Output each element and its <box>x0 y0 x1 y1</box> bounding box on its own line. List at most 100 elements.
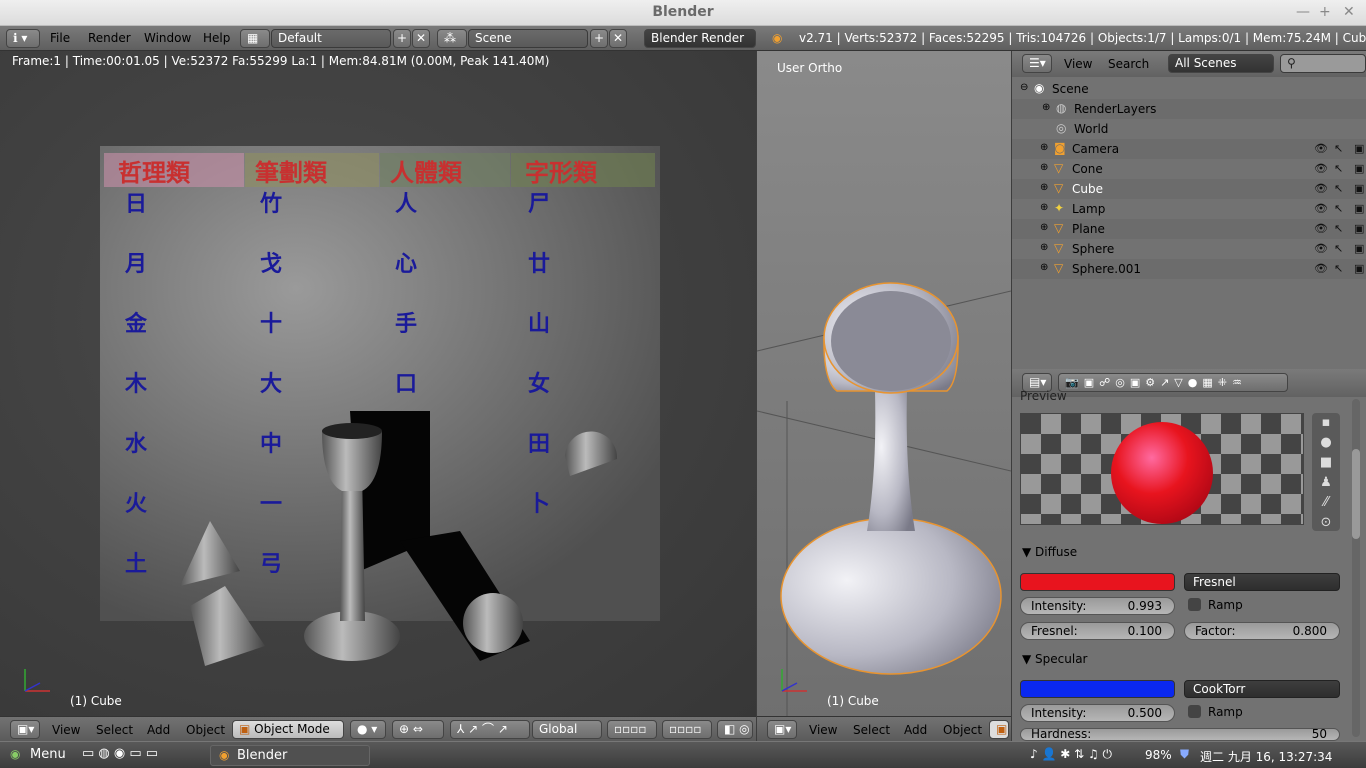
menu-view-left[interactable]: View <box>52 723 80 737</box>
menu-object-right[interactable]: Object <box>943 723 982 737</box>
expand-icon[interactable]: ⊕ <box>1042 102 1050 113</box>
mode-dropdown-right[interactable]: ▣ <box>989 720 1009 739</box>
maximize-icon[interactable]: + <box>1319 4 1331 20</box>
visibility-eye-icon[interactable]: 👁 <box>1314 242 1328 255</box>
visibility-eye-icon[interactable]: 👁 <box>1314 162 1328 175</box>
selectable-cursor-icon[interactable]: ↖ <box>1334 162 1343 175</box>
hardness-field[interactable]: Hardness: 50 <box>1020 728 1340 741</box>
orientation-dropdown[interactable]: Global <box>532 720 602 739</box>
visibility-eye-icon[interactable]: 👁 <box>1314 202 1328 215</box>
menu-help[interactable]: Help <box>203 31 230 45</box>
outliner-item-scene[interactable]: ⊖ ◉ Scene <box>1012 79 1366 99</box>
layout-grid-icon[interactable]: ▦ <box>240 29 270 48</box>
selectable-cursor-icon[interactable]: ↖ <box>1334 182 1343 195</box>
outliner-item-plane[interactable]: ⊕ ▽ Plane 👁 ↖ ▣ <box>1012 219 1366 239</box>
render-engine-dropdown[interactable]: Blender Render <box>644 29 756 48</box>
expand-icon[interactable]: ⊕ <box>1040 262 1048 273</box>
preview-type-column[interactable]: ▪ ● ■ ♟ ⁄⁄ ⊙ <box>1312 413 1340 531</box>
preview-shape-icons[interactable]: ▪ ● ■ ♟ ⁄⁄ ⊙ <box>1312 413 1340 533</box>
specular-panel-header[interactable]: ▼ Specular <box>1022 652 1088 666</box>
visibility-eye-icon[interactable]: 👁 <box>1314 262 1328 275</box>
mint-menu-icon[interactable]: ◉ <box>10 747 20 761</box>
layers-grid-b[interactable]: ▫▫▫▫ <box>662 720 712 739</box>
menu-view-right[interactable]: View <box>809 723 837 737</box>
shading-dropdown[interactable]: ● ▾ <box>350 720 386 739</box>
editor-type-info-icon[interactable]: ℹ ▾ <box>6 29 40 48</box>
visibility-eye-icon[interactable]: 👁 <box>1314 142 1328 155</box>
selectable-cursor-icon[interactable]: ↖ <box>1334 242 1343 255</box>
taskbar-menu[interactable]: Menu <box>30 747 66 762</box>
outliner-item-sphere[interactable]: ⊕ ▽ Sphere 👁 ↖ ▣ <box>1012 239 1366 259</box>
scene-icon[interactable]: ⁂ <box>437 29 467 48</box>
expand-icon[interactable]: ⊕ <box>1040 162 1048 173</box>
remove-layout-icon[interactable]: ✕ <box>412 29 430 48</box>
diffuse-panel-header[interactable]: ▼ Diffuse <box>1022 545 1077 559</box>
outliner-item-cube[interactable]: ⊕ ▽ Cube 👁 ↖ ▣ <box>1012 179 1366 199</box>
layers-grid-a[interactable]: ▫▫▫▫ <box>607 720 657 739</box>
outliner-type-icon[interactable]: ☰▾ <box>1022 54 1052 73</box>
properties-scrollbar[interactable] <box>1352 399 1360 737</box>
menu-render[interactable]: Render <box>88 31 131 45</box>
fresnel-field[interactable]: Fresnel: 0.100 <box>1020 622 1175 640</box>
selectable-cursor-icon[interactable]: ↖ <box>1334 142 1343 155</box>
outliner-item-cone[interactable]: ⊕ ▽ Cone 👁 ↖ ▣ <box>1012 159 1366 179</box>
pivot-icon[interactable]: ⊕ ⇔ <box>392 720 444 739</box>
selectable-cursor-icon[interactable]: ↖ <box>1334 262 1343 275</box>
menu-window[interactable]: Window <box>144 31 191 45</box>
render-camera-icon[interactable]: ▣ <box>1354 242 1364 255</box>
menu-file[interactable]: File <box>50 31 70 45</box>
outliner-menu-view[interactable]: View <box>1064 57 1092 71</box>
outliner-item-sphere001[interactable]: ⊕ ▽ Sphere.001 👁 ↖ ▣ <box>1012 259 1366 279</box>
menu-select-right[interactable]: Select <box>853 723 890 737</box>
editor-type-3d-icon[interactable]: ▣▾ <box>10 720 40 739</box>
expand-icon[interactable]: ⊖ <box>1020 82 1028 93</box>
remove-scene-icon[interactable]: ✕ <box>609 29 627 48</box>
viewport-camera[interactable]: Frame:1 | Time:00:01.05 | Ve:52372 Fa:55… <box>0 51 756 717</box>
render-camera-icon[interactable]: ▣ <box>1354 182 1364 195</box>
properties-context-tabs[interactable]: 📷▣☍◎▣⚙↗▽●▦⁜♒ <box>1058 373 1288 392</box>
viewport-user-ortho[interactable]: User Ortho (1) Cube <box>757 51 1011 717</box>
scene-field[interactable]: Scene <box>468 29 588 48</box>
render-camera-icon[interactable]: ▣ <box>1354 202 1364 215</box>
outliner-item-renderlayers[interactable]: ⊕ ◍ RenderLayers <box>1012 99 1366 119</box>
diffuse-shader-dropdown[interactable]: Fresnel <box>1184 573 1340 591</box>
launcher-icons[interactable]: ▭ ◍ ◉ ▭ ▭ <box>82 746 158 761</box>
outliner-item-lamp[interactable]: ⊕ ✦ Lamp 👁 ↖ ▣ <box>1012 199 1366 219</box>
selectable-cursor-icon[interactable]: ↖ <box>1334 222 1343 235</box>
outliner-item-world[interactable]: ◎ World <box>1012 119 1366 139</box>
render-camera-icon[interactable]: ▣ <box>1354 222 1364 235</box>
expand-icon[interactable]: ⊕ <box>1040 182 1048 193</box>
expand-icon[interactable]: ⊕ <box>1040 142 1048 153</box>
menu-select-left[interactable]: Select <box>96 723 133 737</box>
minimize-icon[interactable]: — <box>1296 4 1310 20</box>
diffuse-intensity-field[interactable]: Intensity: 0.993 <box>1020 597 1175 615</box>
outliner-menu-search[interactable]: Search <box>1108 57 1149 71</box>
taskbar-app-blender[interactable]: ◉ Blender <box>210 745 370 766</box>
specular-color-swatch[interactable] <box>1020 680 1175 698</box>
outliner-search-input[interactable]: ⚲ <box>1280 54 1366 73</box>
manipulator-icons[interactable]: ⅄ ↗ ⌒ ↗ <box>450 720 530 739</box>
menu-object-left[interactable]: Object <box>186 723 225 737</box>
editor-type-3d-icon-right[interactable]: ▣▾ <box>767 720 797 739</box>
factor-field[interactable]: Factor: 0.800 <box>1184 622 1340 640</box>
add-scene-icon[interactable]: + <box>590 29 608 48</box>
menu-add-left[interactable]: Add <box>147 723 170 737</box>
diffuse-color-swatch[interactable] <box>1020 573 1175 591</box>
visibility-eye-icon[interactable]: 👁 <box>1314 182 1328 195</box>
layout-field[interactable]: Default <box>271 29 391 48</box>
close-icon[interactable]: ✕ <box>1343 4 1355 20</box>
render-camera-icon[interactable]: ▣ <box>1354 262 1364 275</box>
visibility-eye-icon[interactable]: 👁 <box>1314 222 1328 235</box>
tray-icons[interactable]: ♪ 👤 ✱ ⇅ ♫ ⏻ <box>1030 747 1112 762</box>
expand-icon[interactable]: ⊕ <box>1040 242 1048 253</box>
selectable-cursor-icon[interactable]: ↖ <box>1334 202 1343 215</box>
expand-icon[interactable]: ⊕ <box>1040 202 1048 213</box>
add-layout-icon[interactable]: + <box>393 29 411 48</box>
specular-ramp-checkbox[interactable] <box>1188 705 1201 718</box>
shield-icon[interactable]: ⛊ <box>1180 747 1189 762</box>
diffuse-ramp-checkbox[interactable] <box>1188 598 1201 611</box>
outliner-item-camera[interactable]: ⊕ ◙ Camera 👁 ↖ ▣ <box>1012 139 1366 159</box>
outliner-filter-dropdown[interactable]: All Scenes <box>1168 54 1274 73</box>
render-camera-icon[interactable]: ▣ <box>1354 142 1364 155</box>
render-camera-icon[interactable]: ▣ <box>1354 162 1364 175</box>
